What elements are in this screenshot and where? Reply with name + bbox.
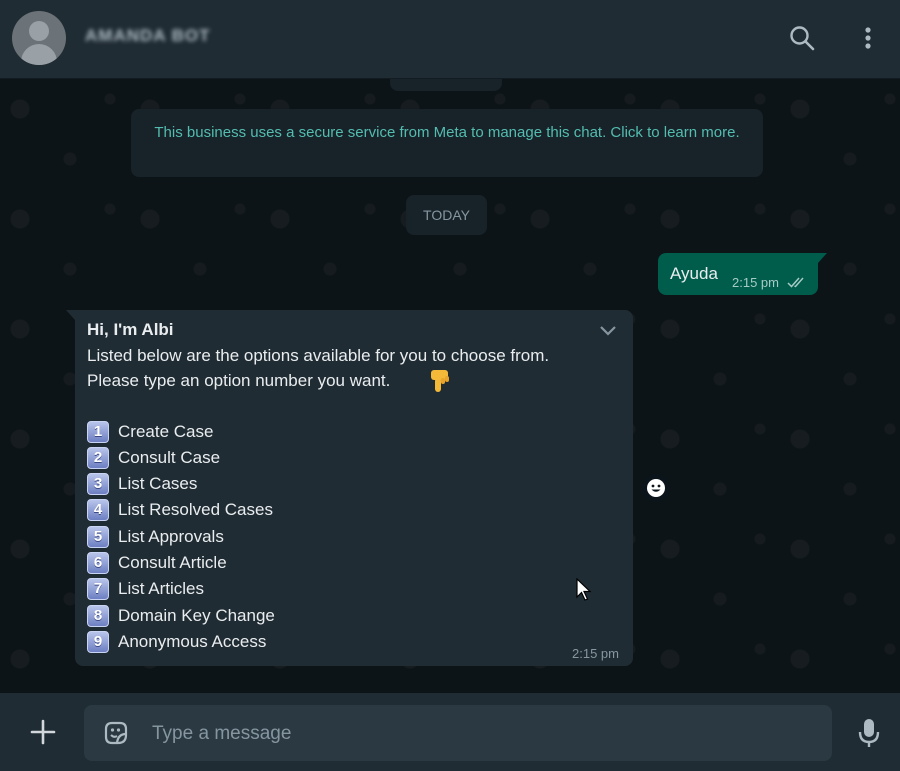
pointing-down-hand-icon bbox=[431, 370, 449, 392]
double-check-icon bbox=[787, 277, 804, 288]
option-item: 9 Anonymous Access bbox=[87, 630, 266, 654]
incoming-message-line-1: Listed below are the options available f… bbox=[87, 346, 550, 365]
option-label: Domain Key Change bbox=[118, 606, 275, 625]
option-item: 8 Domain Key Change bbox=[87, 604, 275, 628]
incoming-message-line-2: Please type an option number you want. bbox=[87, 371, 391, 390]
option-item: 1 Create Case bbox=[87, 420, 213, 444]
incoming-bubble-tail bbox=[66, 310, 75, 320]
option-item: 3 List Cases bbox=[87, 472, 197, 496]
chat-header: AMANDA BOT bbox=[0, 0, 900, 79]
outgoing-message[interactable]: Ayuda 2:15 pm bbox=[658, 253, 818, 295]
option-label: List Resolved Cases bbox=[118, 500, 273, 519]
option-label: List Articles bbox=[118, 579, 204, 598]
keycap-9-icon: 9 bbox=[87, 631, 109, 653]
microphone-icon[interactable] bbox=[856, 717, 882, 749]
option-item: 7 List Articles bbox=[87, 577, 204, 601]
menu-button[interactable] bbox=[852, 22, 884, 54]
contact-name[interactable]: AMANDA BOT bbox=[85, 26, 211, 46]
incoming-message[interactable]: Hi, I'm Albi Listed below are the option… bbox=[75, 310, 633, 666]
avatar[interactable] bbox=[12, 11, 66, 65]
keycap-8-icon: 8 bbox=[87, 605, 109, 627]
option-label: Consult Article bbox=[118, 553, 227, 572]
option-item: 4 List Resolved Cases bbox=[87, 498, 273, 522]
composer-bar bbox=[0, 693, 900, 771]
search-button[interactable] bbox=[786, 22, 818, 54]
secure-service-notice[interactable]: This business uses a secure service from… bbox=[131, 109, 763, 177]
option-label: Create Case bbox=[118, 422, 214, 441]
date-divider: TODAY bbox=[406, 195, 487, 235]
outgoing-bubble-tail bbox=[818, 253, 827, 263]
chevron-down-icon[interactable] bbox=[597, 320, 619, 342]
keycap-6-icon: 6 bbox=[87, 552, 109, 574]
avatar-body bbox=[21, 44, 57, 65]
mouse-cursor-icon bbox=[576, 578, 592, 601]
incoming-message-time: 2:15 pm bbox=[572, 646, 619, 661]
message-input[interactable] bbox=[150, 705, 814, 763]
react-button[interactable] bbox=[642, 474, 670, 502]
attach-plus-icon[interactable] bbox=[28, 717, 58, 747]
keycap-5-icon: 5 bbox=[87, 526, 109, 548]
incoming-message-title: Hi, I'm Albi bbox=[87, 320, 174, 339]
message-box[interactable] bbox=[84, 705, 832, 763]
option-item: 2 Consult Case bbox=[87, 446, 220, 470]
keycap-3-icon: 3 bbox=[87, 473, 109, 495]
avatar-head bbox=[29, 21, 49, 41]
keycap-1-icon: 1 bbox=[87, 421, 109, 443]
keycap-2-icon: 2 bbox=[87, 447, 109, 469]
option-item: 5 List Approvals bbox=[87, 525, 224, 549]
sticker-icon[interactable] bbox=[102, 719, 130, 747]
keycap-7-icon: 7 bbox=[87, 578, 109, 600]
option-label: Anonymous Access bbox=[118, 632, 267, 651]
search-icon bbox=[790, 26, 815, 51]
kebab-menu-icon bbox=[865, 27, 871, 49]
smiley-icon bbox=[647, 479, 665, 497]
outgoing-message-text: Ayuda bbox=[670, 264, 718, 283]
outgoing-message-time: 2:15 pm bbox=[732, 275, 779, 290]
option-item: 6 Consult Article bbox=[87, 551, 227, 575]
option-label: Consult Case bbox=[118, 448, 221, 467]
previous-message-chip bbox=[390, 79, 502, 91]
keycap-4-icon: 4 bbox=[87, 499, 109, 521]
option-label: List Cases bbox=[118, 474, 198, 493]
option-label: List Approvals bbox=[118, 527, 224, 546]
conversation-panel[interactable]: This business uses a secure service from… bbox=[0, 79, 900, 693]
